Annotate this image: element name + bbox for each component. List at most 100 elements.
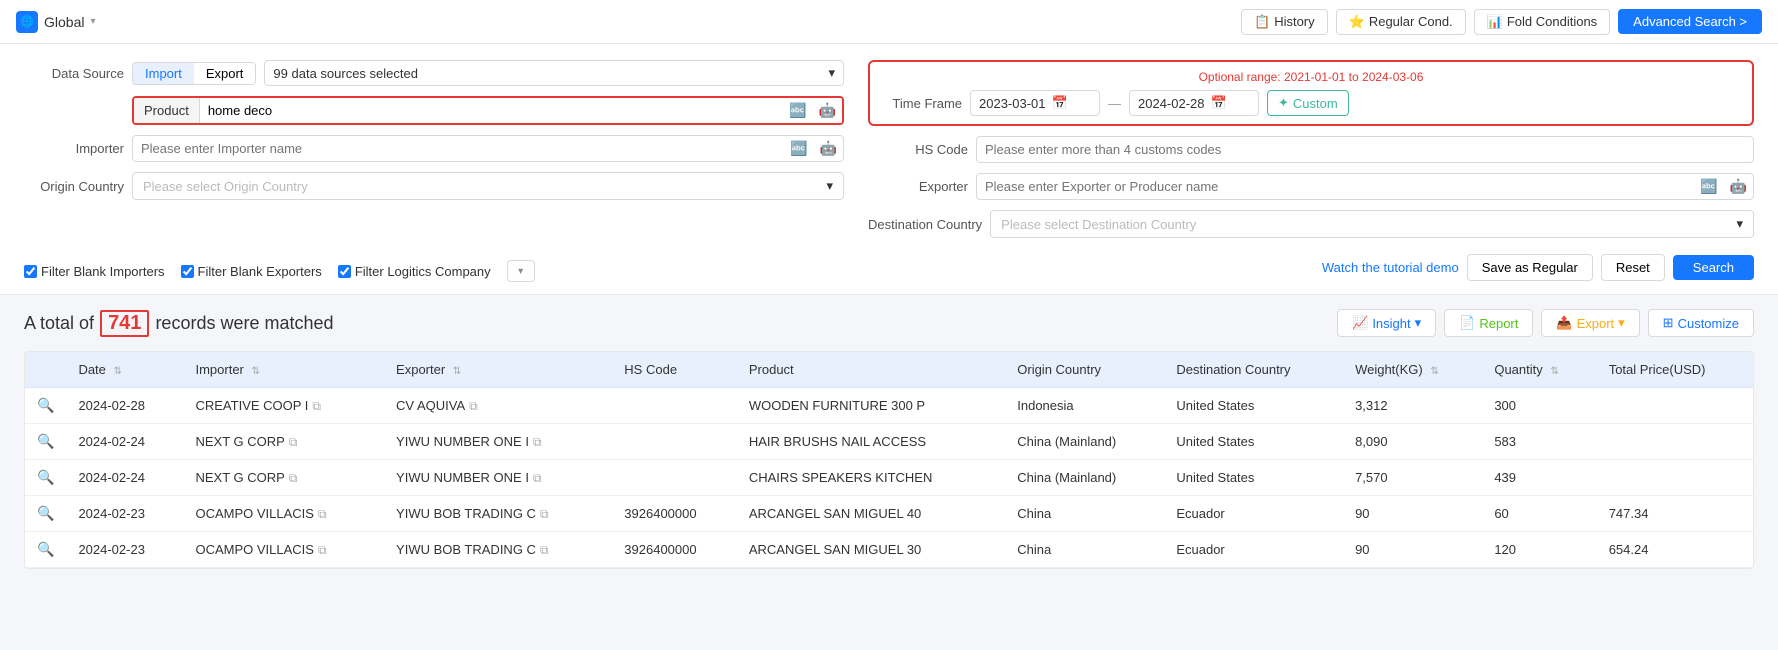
data-sources-arrow: ▾ (828, 65, 835, 81)
expand-filters-button[interactable]: ▾ (507, 260, 535, 282)
row-date: 2024-02-24 (66, 424, 183, 460)
row-search-icon[interactable]: 🔍 (25, 424, 66, 460)
exporter-input[interactable] (977, 174, 1694, 199)
importer-copy-icon[interactable]: ⧉ (312, 399, 321, 413)
product-label-inside: Product (134, 98, 200, 123)
results-title: A total of 741 records were matched (24, 310, 334, 337)
advanced-search-button[interactable]: Advanced Search > (1618, 9, 1762, 34)
search-area: Data Source Import Export 99 data source… (0, 44, 1778, 295)
exporter-copy-icon[interactable]: ⧉ (540, 543, 549, 557)
tutorial-link[interactable]: Watch the tutorial demo (1322, 260, 1459, 275)
right-search-col: Optional range: 2021-01-01 to 2024-03-06… (868, 60, 1754, 248)
row-origin: Indonesia (1005, 388, 1164, 424)
row-search-icon[interactable]: 🔍 (25, 388, 66, 424)
row-search-icon[interactable]: 🔍 (25, 496, 66, 532)
date-to-input[interactable]: 2024-02-28 📅 (1129, 90, 1259, 116)
destination-country-row: Destination Country Please select Destin… (868, 210, 1754, 238)
row-hs-code (612, 424, 737, 460)
exporter-row: Exporter 🔤 🤖 (868, 173, 1754, 200)
fold-icon: 📊 (1487, 14, 1503, 30)
save-regular-button[interactable]: Save as Regular (1467, 254, 1593, 281)
row-origin: China (1005, 496, 1164, 532)
importer-input-wrapper: 🔤 🤖 (132, 135, 844, 162)
importer-row: Importer 🔤 🤖 (24, 135, 844, 162)
importer-translate-icon[interactable]: 🔤 (784, 136, 813, 161)
row-destination: United States (1164, 460, 1343, 496)
filter-blank-importers-checkbox[interactable]: Filter Blank Importers (24, 264, 165, 279)
col-quantity: Quantity ⇅ (1482, 352, 1596, 388)
exporter-copy-icon[interactable]: ⧉ (469, 399, 478, 413)
row-search-icon[interactable]: 🔍 (25, 532, 66, 568)
exporter-copy-icon[interactable]: ⧉ (540, 507, 549, 521)
row-product: HAIR BRUSHS NAIL ACCESS (737, 424, 1005, 460)
filter-blank-importers-input[interactable] (24, 265, 37, 278)
row-search-icon[interactable]: 🔍 (25, 460, 66, 496)
history-button[interactable]: 📋 History (1241, 9, 1328, 35)
col-date: Date ⇅ (66, 352, 183, 388)
star-icon: ⭐ (1349, 14, 1365, 30)
row-product: ARCANGEL SAN MIGUEL 30 (737, 532, 1005, 568)
hs-code-input[interactable] (977, 137, 1753, 162)
importer-copy-icon[interactable]: ⧉ (289, 435, 298, 449)
date-from-input[interactable]: 2023-03-01 📅 (970, 90, 1100, 116)
origin-country-select[interactable]: Please select Origin Country ▾ (132, 172, 844, 200)
row-product: CHAIRS SPEAKERS KITCHEN (737, 460, 1005, 496)
table-body: 🔍 2024-02-28 CREATIVE COOP I⧉ CV AQUIVA⧉… (25, 388, 1753, 568)
product-robot-icon[interactable]: 🤖 (813, 98, 842, 123)
exporter-copy-icon[interactable]: ⧉ (533, 435, 542, 449)
destination-country-placeholder: Please select Destination Country (1001, 217, 1196, 232)
col-actions (25, 352, 66, 388)
global-dropdown-arrow[interactable]: ▾ (90, 16, 95, 27)
row-exporter: CV AQUIVA⧉ (384, 388, 612, 424)
fold-conditions-button[interactable]: 📊 Fold Conditions (1474, 9, 1611, 35)
importer-input[interactable] (133, 136, 784, 161)
product-translate-icon[interactable]: 🔤 (783, 98, 812, 123)
importer-robot-icon[interactable]: 🤖 (814, 136, 843, 161)
search-button[interactable]: Search (1673, 255, 1754, 280)
row-destination: Ecuador (1164, 532, 1343, 568)
row-hs-code (612, 460, 737, 496)
customize-icon: ⊞ (1663, 315, 1674, 331)
destination-country-label: Destination Country (868, 217, 982, 232)
row-origin: China (1005, 532, 1164, 568)
report-icon: 📄 (1459, 315, 1475, 331)
insight-button[interactable]: 📈 Insight ▾ (1337, 309, 1436, 337)
col-origin: Origin Country (1005, 352, 1164, 388)
table-row: 🔍 2024-02-24 NEXT G CORP⧉ YIWU NUMBER ON… (25, 424, 1753, 460)
results-prefix: A total of (24, 313, 94, 334)
report-button[interactable]: 📄 Report (1444, 309, 1533, 337)
record-count: 741 (100, 310, 149, 337)
import-tab[interactable]: Import (133, 63, 194, 84)
table-row: 🔍 2024-02-28 CREATIVE COOP I⧉ CV AQUIVA⧉… (25, 388, 1753, 424)
product-row: Product 🔤 🤖 (24, 96, 844, 125)
export-button[interactable]: 📤 Export ▾ (1541, 309, 1639, 337)
row-quantity: 439 (1482, 460, 1596, 496)
filter-blank-exporters-checkbox[interactable]: Filter Blank Exporters (181, 264, 322, 279)
importer-copy-icon[interactable]: ⧉ (318, 507, 327, 521)
importer-copy-icon[interactable]: ⧉ (289, 471, 298, 485)
filter-row: Filter Blank Importers Filter Blank Expo… (24, 260, 535, 282)
data-sources-select[interactable]: 99 data sources selected ▾ (264, 60, 844, 86)
regular-cond-button[interactable]: ⭐ Regular Cond. (1336, 9, 1466, 35)
origin-country-placeholder: Please select Origin Country (143, 179, 308, 194)
exporter-translate-icon[interactable]: 🔤 (1694, 174, 1723, 199)
exporter-robot-icon[interactable]: 🤖 (1724, 174, 1753, 199)
custom-button[interactable]: ✦ Custom (1267, 90, 1349, 116)
exporter-copy-icon[interactable]: ⧉ (533, 471, 542, 485)
history-icon: 📋 (1254, 14, 1270, 30)
destination-country-select[interactable]: Please select Destination Country ▾ (990, 210, 1754, 238)
export-tab[interactable]: Export (194, 63, 256, 84)
action-buttons: Watch the tutorial demo Save as Regular … (1322, 254, 1754, 281)
row-importer: NEXT G CORP⧉ (183, 460, 384, 496)
reset-button[interactable]: Reset (1601, 254, 1665, 281)
filter-logistics-checkbox[interactable]: Filter Logitics Company (338, 264, 491, 279)
filter-logistics-input[interactable] (338, 265, 351, 278)
importer-copy-icon[interactable]: ⧉ (318, 543, 327, 557)
row-weight: 3,312 (1343, 388, 1482, 424)
row-weight: 8,090 (1343, 424, 1482, 460)
header-left: 🌐 Global ▾ (16, 11, 96, 33)
product-input[interactable] (200, 98, 783, 123)
customize-button[interactable]: ⊞ Customize (1648, 309, 1754, 337)
row-date: 2024-02-24 (66, 460, 183, 496)
filter-blank-exporters-input[interactable] (181, 265, 194, 278)
